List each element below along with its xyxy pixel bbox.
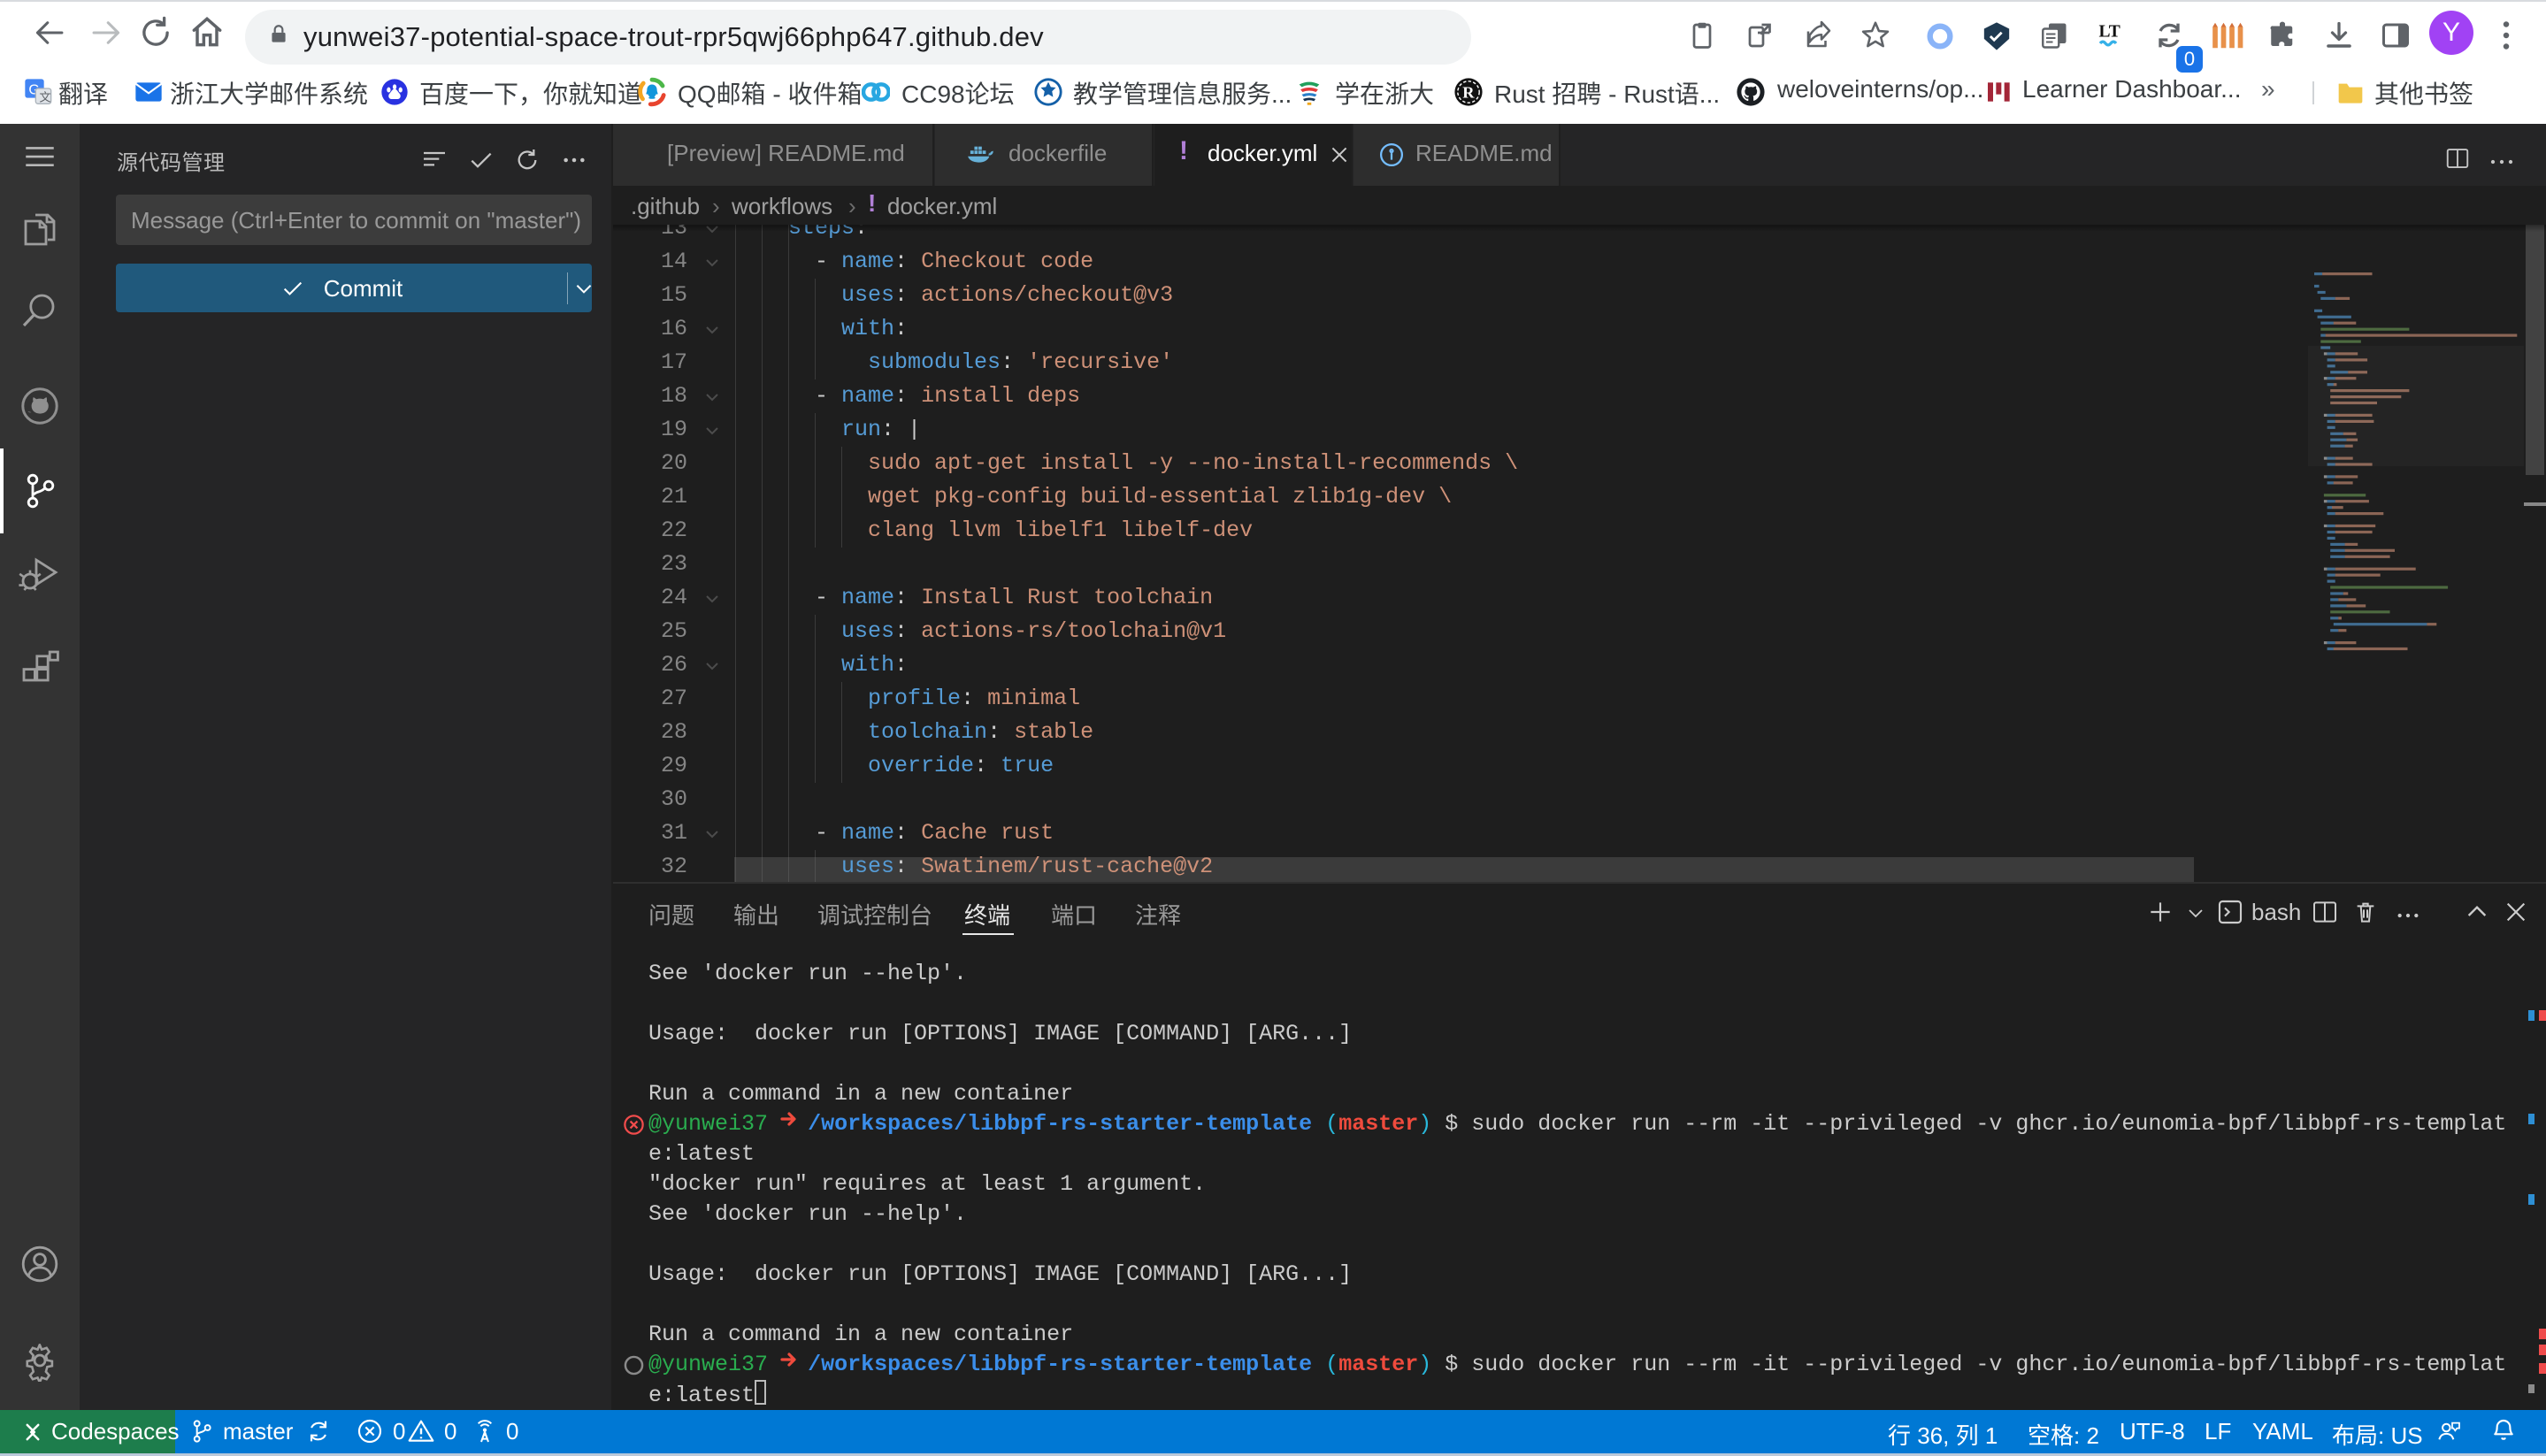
svg-text:R: R	[1462, 84, 1475, 102]
svg-text:LT: LT	[2099, 23, 2120, 42]
svg-text:文: 文	[39, 91, 50, 104]
